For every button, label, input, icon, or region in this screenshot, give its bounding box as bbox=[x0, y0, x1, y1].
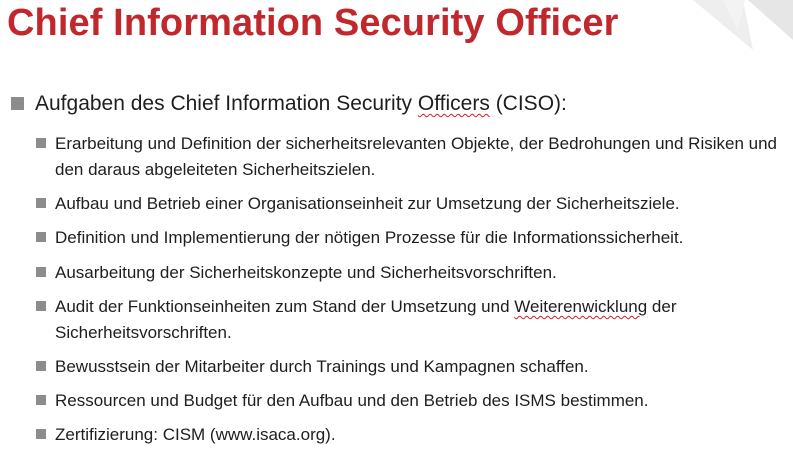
list-item: Aufbau und Betrieb einer Organisationsei… bbox=[36, 191, 788, 217]
corner-decoration bbox=[693, 0, 793, 50]
square-bullet-icon bbox=[11, 97, 24, 110]
square-bullet-icon bbox=[36, 300, 46, 311]
main-bullet-item: Aufgaben des Chief Information Security … bbox=[11, 91, 567, 117]
square-bullet-icon bbox=[36, 429, 46, 440]
list-item-text: Ressourcen und Budget für den Aufbau und… bbox=[55, 391, 649, 411]
list-item: Audit der Funktionseinheiten zum Stand d… bbox=[36, 294, 788, 346]
spellcheck-word: Weiterenwicklung bbox=[514, 296, 648, 316]
list-item-text: Ausarbeitung der Sicherheitskonzepte und… bbox=[55, 262, 557, 282]
list-item-text: Erarbeitung und Definition der sicherhei… bbox=[55, 134, 778, 179]
list-item: Ausarbeitung der Sicherheitskonzepte und… bbox=[36, 260, 788, 286]
list-item-text: Aufbau und Betrieb einer Organisationsei… bbox=[55, 194, 680, 214]
square-bullet-icon bbox=[36, 360, 46, 371]
list-item: Ressourcen und Budget für den Aufbau und… bbox=[36, 388, 788, 414]
square-bullet-icon bbox=[36, 266, 46, 277]
list-item: Definition und Implementierung der nötig… bbox=[36, 225, 788, 251]
slide-title: Chief Information Security Officer bbox=[7, 2, 619, 44]
list-item: Erarbeitung und Definition der sicherhei… bbox=[36, 131, 788, 183]
spellcheck-word: Officers bbox=[417, 92, 490, 115]
list-item: Zertifizierung: CISM (www.isaca.org). bbox=[36, 422, 788, 448]
task-list: Erarbeitung und Definition der sicherhei… bbox=[36, 131, 788, 457]
main-bullet-prefix: Aufgaben des Chief Information Security bbox=[35, 92, 418, 115]
square-bullet-icon bbox=[36, 232, 46, 243]
list-item: Bewusstsein der Mitarbeiter durch Traini… bbox=[36, 354, 788, 380]
list-item-text: Audit der Funktionseinheiten zum Stand d… bbox=[55, 294, 785, 346]
list-item-text: Definition und Implementierung der nötig… bbox=[55, 228, 684, 248]
list-item-text: Zertifizierung: CISM (www.isaca.org). bbox=[55, 425, 336, 445]
main-bullet-suffix: (CISO): bbox=[489, 92, 567, 115]
list-item-prefix: Audit der Funktionseinheiten zum Stand d… bbox=[55, 296, 515, 316]
square-bullet-icon bbox=[36, 138, 46, 148]
slide: Chief Information Security Officer Aufga… bbox=[0, 0, 793, 475]
main-bullet-text: Aufgaben des Chief Information Security … bbox=[35, 91, 567, 117]
square-bullet-icon bbox=[36, 198, 46, 209]
list-item-text: Bewusstsein der Mitarbeiter durch Traini… bbox=[55, 356, 589, 376]
square-bullet-icon bbox=[36, 395, 46, 406]
